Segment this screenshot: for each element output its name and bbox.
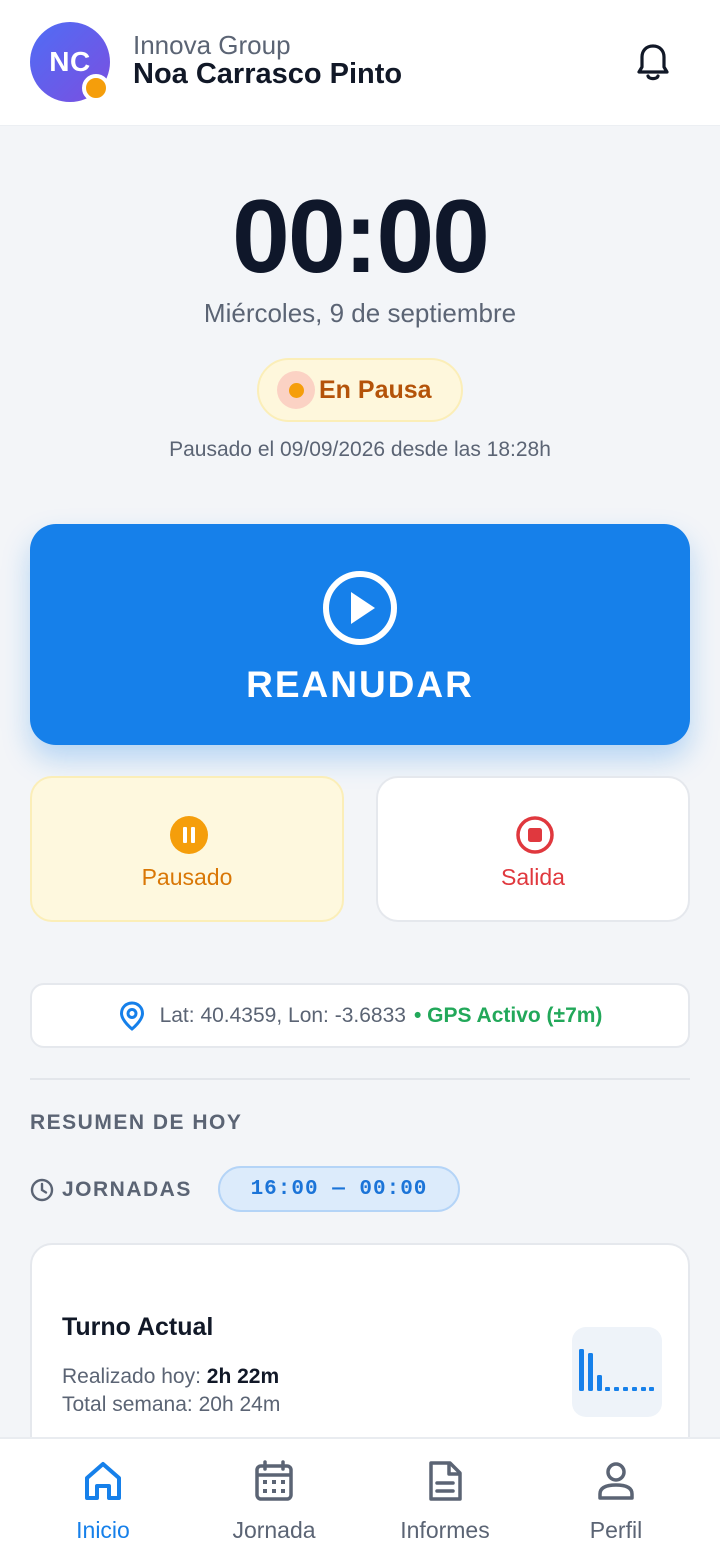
jornada-range-badge[interactable]: 16:00 — 00:00 — [218, 1166, 460, 1212]
bell-icon — [637, 44, 669, 81]
avatar-status-indicator — [82, 74, 110, 102]
document-icon — [429, 1461, 462, 1501]
paused-button[interactable]: Pausado — [30, 776, 344, 922]
notifications-button[interactable] — [630, 40, 676, 86]
play-circle-icon — [323, 571, 397, 645]
nav-label: Informes — [400, 1517, 490, 1543]
resume-label: REANUDAR — [246, 664, 474, 705]
company-name: Innova Group — [133, 30, 291, 60]
pause-circle-icon — [170, 816, 208, 854]
app-header: NC Innova Group Noa Carrasco Pinto — [0, 0, 720, 126]
nav-item-jornada[interactable]: Jornada — [184, 1439, 364, 1558]
week-total-label: Total semana: — [62, 1393, 193, 1416]
calendar-icon — [255, 1460, 293, 1501]
shift-title: Turno Actual — [62, 1313, 214, 1341]
status-dot-icon — [277, 371, 315, 409]
jornada-range: 16:00 — 00:00 — [250, 1177, 428, 1201]
pause-info-text: Pausado el 09/09/2026 desde las 18:28h — [169, 438, 551, 461]
status-label: En Pausa — [319, 375, 432, 404]
clock-display: 00:00 — [232, 179, 490, 295]
done-today: Realizado hoy: 2h 22m — [62, 1365, 279, 1389]
week-total: Total semana: 20h 24m — [62, 1393, 280, 1417]
user-icon — [598, 1462, 634, 1500]
nav-item-perfil[interactable]: Perfil — [526, 1439, 706, 1558]
activity-chart-icon — [572, 1327, 662, 1417]
gps-location-box: Lat: 40.4359, Lon: -3.6833 • GPS Activo … — [30, 983, 690, 1048]
clock-icon — [30, 1178, 54, 1202]
nav-label: Inicio — [76, 1517, 130, 1543]
nav-item-informes[interactable]: Informes — [355, 1439, 535, 1558]
nav-label: Perfil — [589, 1517, 643, 1543]
nav-label: Jornada — [232, 1517, 316, 1543]
week-total-value: 20h 24m — [198, 1393, 281, 1416]
status-badge: En Pausa — [257, 358, 463, 422]
user-name: Noa Carrasco Pinto — [133, 58, 403, 90]
exit-button[interactable]: Salida — [376, 776, 690, 922]
resume-button[interactable]: REANUDAR — [30, 524, 690, 745]
done-today-value: 2h 22m — [206, 1365, 280, 1388]
done-today-label: Realizado hoy: — [62, 1365, 201, 1388]
home-icon — [85, 1462, 121, 1500]
gps-coordinates: Lat: 40.4359, Lon: -3.6833 — [159, 1003, 406, 1027]
location-pin-icon — [119, 1000, 144, 1031]
summary-title: RESUMEN DE HOY — [30, 1111, 243, 1134]
jornadas-label: JORNADAS — [62, 1178, 192, 1201]
nav-item-inicio[interactable]: Inicio — [13, 1439, 193, 1558]
section-divider — [30, 1078, 690, 1080]
current-date: Miércoles, 9 de septiembre — [203, 298, 517, 328]
gps-status: • GPS Activo (±7m) — [413, 1003, 603, 1027]
bottom-navigation: Inicio Jornada Informes Perfil — [0, 1437, 720, 1558]
jornadas-header: JORNADAS — [30, 1178, 192, 1202]
exit-label: Salida — [501, 864, 565, 890]
paused-label: Pausado — [141, 864, 233, 890]
avatar-initials: NC — [49, 46, 91, 77]
stop-circle-icon — [516, 816, 554, 854]
